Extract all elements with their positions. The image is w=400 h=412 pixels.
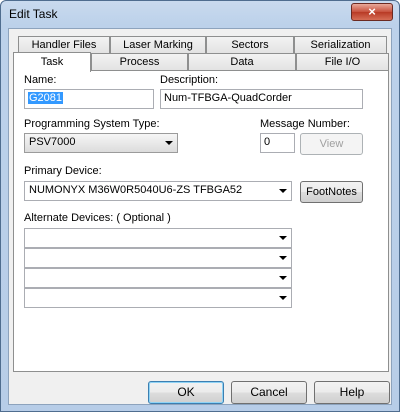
view-button[interactable]: View — [300, 133, 363, 155]
chevron-down-icon — [279, 276, 287, 280]
tab-file-io[interactable]: File I/O — [296, 53, 389, 70]
tab-serialization[interactable]: Serialization — [294, 36, 387, 53]
chevron-down-icon — [279, 296, 287, 300]
primary-device-value: NUMONYX M36W0R5040U6-ZS TFBGA52 — [29, 184, 243, 196]
dialog-body: Handler Files Laser Marking Sectors Seri… — [8, 28, 392, 405]
tab-process[interactable]: Process — [91, 53, 188, 70]
message-number-field[interactable]: 0 — [260, 133, 295, 153]
chevron-down-icon — [279, 256, 287, 260]
alternate-device-select-4[interactable] — [24, 288, 292, 308]
description-label: Description: — [160, 74, 219, 86]
ok-button[interactable]: OK — [148, 381, 224, 404]
tab-sectors[interactable]: Sectors — [206, 36, 294, 53]
close-button[interactable]: × — [351, 3, 393, 21]
tab-task[interactable]: Task — [13, 52, 91, 72]
window-title: Edit Task — [9, 7, 58, 21]
message-number-label: Message Number: — [260, 118, 350, 130]
chevron-down-icon — [279, 189, 287, 193]
primary-device-label: Primary Device: — [24, 165, 102, 177]
edit-task-window: Edit Task × Handler Files Laser Marking … — [0, 0, 400, 412]
cancel-button[interactable]: Cancel — [231, 381, 307, 404]
alternate-device-select-3[interactable] — [24, 268, 292, 288]
name-label: Name: — [24, 74, 57, 86]
tab-handler-files[interactable]: Handler Files — [18, 36, 110, 53]
name-value: G2081 — [28, 92, 64, 104]
help-button[interactable]: Help — [314, 381, 390, 404]
programming-system-value: PSV7000 — [29, 136, 76, 148]
alternate-device-select-2[interactable] — [24, 248, 292, 268]
programming-system-label: Programming System Type: — [24, 118, 160, 130]
chevron-down-icon — [279, 236, 287, 240]
tab-laser-marking[interactable]: Laser Marking — [110, 36, 206, 53]
primary-device-select[interactable]: NUMONYX M36W0R5040U6-ZS TFBGA52 — [24, 181, 292, 201]
footnotes-button[interactable]: FootNotes — [300, 181, 363, 203]
task-panel: Name: G2081 Description: Num-TFBGA-QuadC… — [13, 70, 389, 372]
alternate-device-select-1[interactable] — [24, 228, 292, 248]
alternate-devices-label: Alternate Devices: ( Optional ) — [24, 212, 171, 224]
description-field[interactable]: Num-TFBGA-QuadCorder — [160, 89, 363, 109]
programming-system-select[interactable]: PSV7000 — [24, 133, 178, 153]
title-bar[interactable]: Edit Task × — [1, 1, 399, 25]
name-field[interactable]: G2081 — [24, 89, 154, 109]
chevron-down-icon — [165, 141, 173, 145]
tab-data[interactable]: Data — [188, 53, 296, 70]
